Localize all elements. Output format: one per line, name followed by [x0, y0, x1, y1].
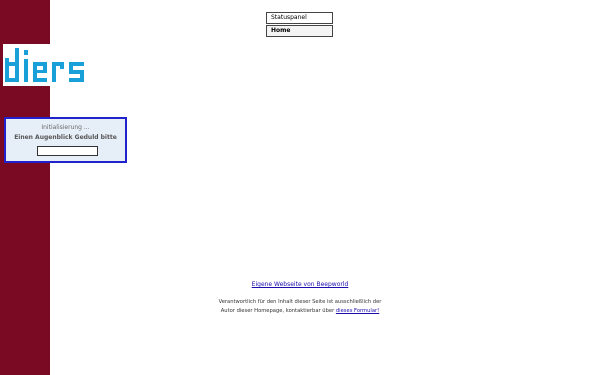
nav-item-home[interactable]: Home	[266, 25, 333, 37]
footer: Eigene Webseite von Beepworld Verantwort…	[200, 281, 400, 316]
loading-message: Einen Augenblick Geduld bitte	[14, 134, 117, 141]
nav-item-statuspanel[interactable]: Statuspanel	[266, 12, 333, 24]
diers-logo	[3, 44, 87, 86]
beepworld-link[interactable]: Eigene Webseite von Beepworld	[200, 281, 400, 288]
top-nav: Statuspanel Home	[266, 12, 333, 37]
contact-form-link[interactable]: dieses Formular!	[336, 308, 379, 314]
loading-progress-bar	[37, 146, 98, 156]
footer-note-line2: Autor dieser Homepage, kontaktierbar übe…	[220, 308, 335, 314]
diers-logo-graphic	[5, 48, 84, 82]
loading-panel: Initialisierung ... Einen Augenblick Ged…	[4, 117, 127, 163]
loading-title: Initialisierung ...	[41, 124, 90, 131]
footer-note-line1: Verantwortlich für den Inhalt dieser Sei…	[218, 299, 382, 305]
footer-note: Verantwortlich für den Inhalt dieser Sei…	[200, 298, 400, 316]
